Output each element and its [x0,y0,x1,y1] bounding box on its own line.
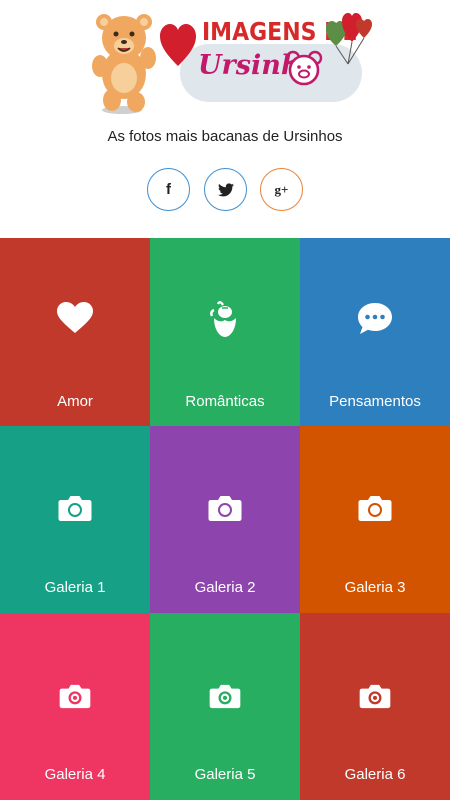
googleplus-icon: g+ [274,181,289,197]
camera-icon [358,496,392,521]
tile-pensamentos[interactable]: Pensamentos [300,238,450,426]
teddy-bear-icon [92,14,156,114]
rose-icon [210,301,236,337]
bear-face-icon [285,50,323,86]
tile-label: Românticas [185,393,265,410]
camera-icon [359,684,391,709]
camera-icon [209,684,241,709]
tile-galeria-4[interactable]: Galeria 4 [0,613,150,800]
tile-label: Pensamentos [329,393,421,410]
twitter-share-button[interactable] [204,168,247,211]
tile-galeria-2[interactable]: Galeria 2 [150,426,300,613]
camera-icon [58,496,92,521]
social-share-bar: f g+ [0,168,450,212]
tile-galeria-5[interactable]: Galeria 5 [150,613,300,800]
camera-icon [208,496,242,521]
tile-label: Galeria 2 [194,579,256,596]
tile-amor[interactable]: Amor [0,238,150,426]
googleplus-share-button[interactable]: g+ [260,168,303,211]
chat-bubble-icon [358,303,392,334]
camera-icon [59,684,91,709]
tile-galeria-1[interactable]: Galeria 1 [0,426,150,613]
twitter-icon [217,182,234,196]
facebook-share-button[interactable]: f [147,168,190,211]
tile-galeria-3[interactable]: Galeria 3 [300,426,450,613]
tile-label: Galeria 3 [344,579,406,596]
tile-label: Galeria 1 [44,579,106,596]
tile-label: Galeria 4 [44,766,106,783]
site-logo[interactable]: IMAGENS DE Ursinho [80,6,372,118]
header: IMAGENS DE Ursinho As fotos mais bacanas… [0,0,450,238]
heart-icon [160,24,196,66]
balloons-icon [326,13,372,65]
tile-galeria-6[interactable]: Galeria 6 [300,613,450,800]
category-grid: Amor Românticas Pensamentos Galeria 1 Ga… [0,238,450,800]
facebook-icon: f [166,181,171,198]
tile-label: Galeria 6 [344,766,406,783]
tile-label: Galeria 5 [194,766,256,783]
tagline: As fotos mais bacanas de Ursinhos [107,128,343,145]
heart-icon [57,302,93,333]
tile-romanticas[interactable]: Românticas [150,238,300,426]
tile-label: Amor [57,393,93,410]
